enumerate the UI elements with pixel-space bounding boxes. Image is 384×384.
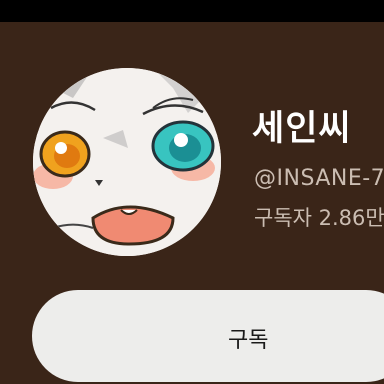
channel-handle: @INSANE-7	[254, 166, 384, 191]
subscriber-count: 구독자 2.86만	[254, 206, 384, 230]
channel-avatar[interactable]	[33, 68, 221, 256]
subscribe-button[interactable]	[32, 290, 384, 382]
channel-name: 세인씨	[252, 109, 352, 149]
subscribe-button-label: 구독	[228, 328, 269, 353]
avatar-illustration	[33, 68, 221, 256]
channel-header: 세인씨 @INSANE-7 구독자 2.86만 구독	[0, 0, 384, 384]
status-bar	[0, 0, 384, 22]
